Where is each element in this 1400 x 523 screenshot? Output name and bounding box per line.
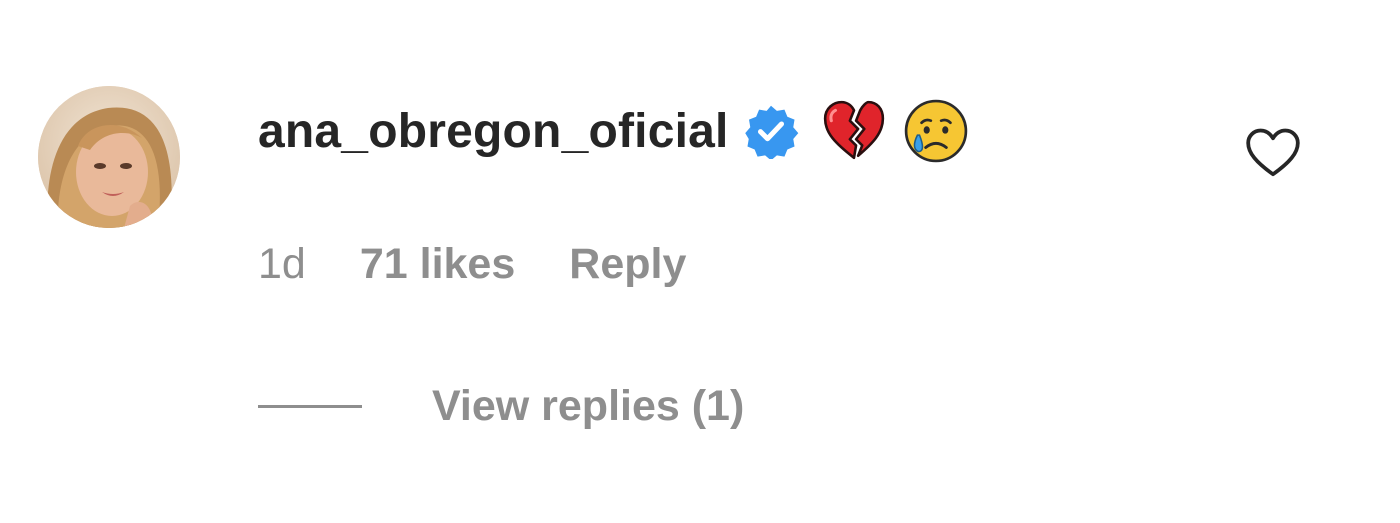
heart-outline-icon xyxy=(1246,128,1300,177)
profile-photo-icon xyxy=(38,86,180,228)
likes-count-button[interactable]: 71 likes xyxy=(360,240,515,289)
comment-item: ana_obregon_oficial 1d 71 likes Reply Vi… xyxy=(0,0,1400,523)
username-link[interactable]: ana_obregon_oficial xyxy=(258,104,729,159)
comment-header: ana_obregon_oficial xyxy=(258,94,969,168)
verified-badge-icon xyxy=(743,103,799,159)
crying-face-emoji-icon xyxy=(903,98,969,164)
view-replies-label: View replies (1) xyxy=(432,381,745,430)
broken-heart-emoji-icon xyxy=(821,98,887,164)
view-replies-button[interactable]: View replies (1) xyxy=(258,376,744,436)
timestamp[interactable]: 1d xyxy=(258,240,306,289)
reply-button[interactable]: Reply xyxy=(569,240,686,289)
divider-line xyxy=(258,404,362,408)
avatar[interactable] xyxy=(38,86,180,228)
like-button[interactable] xyxy=(1244,127,1302,179)
comment-meta: 1d 71 likes Reply xyxy=(258,234,686,294)
